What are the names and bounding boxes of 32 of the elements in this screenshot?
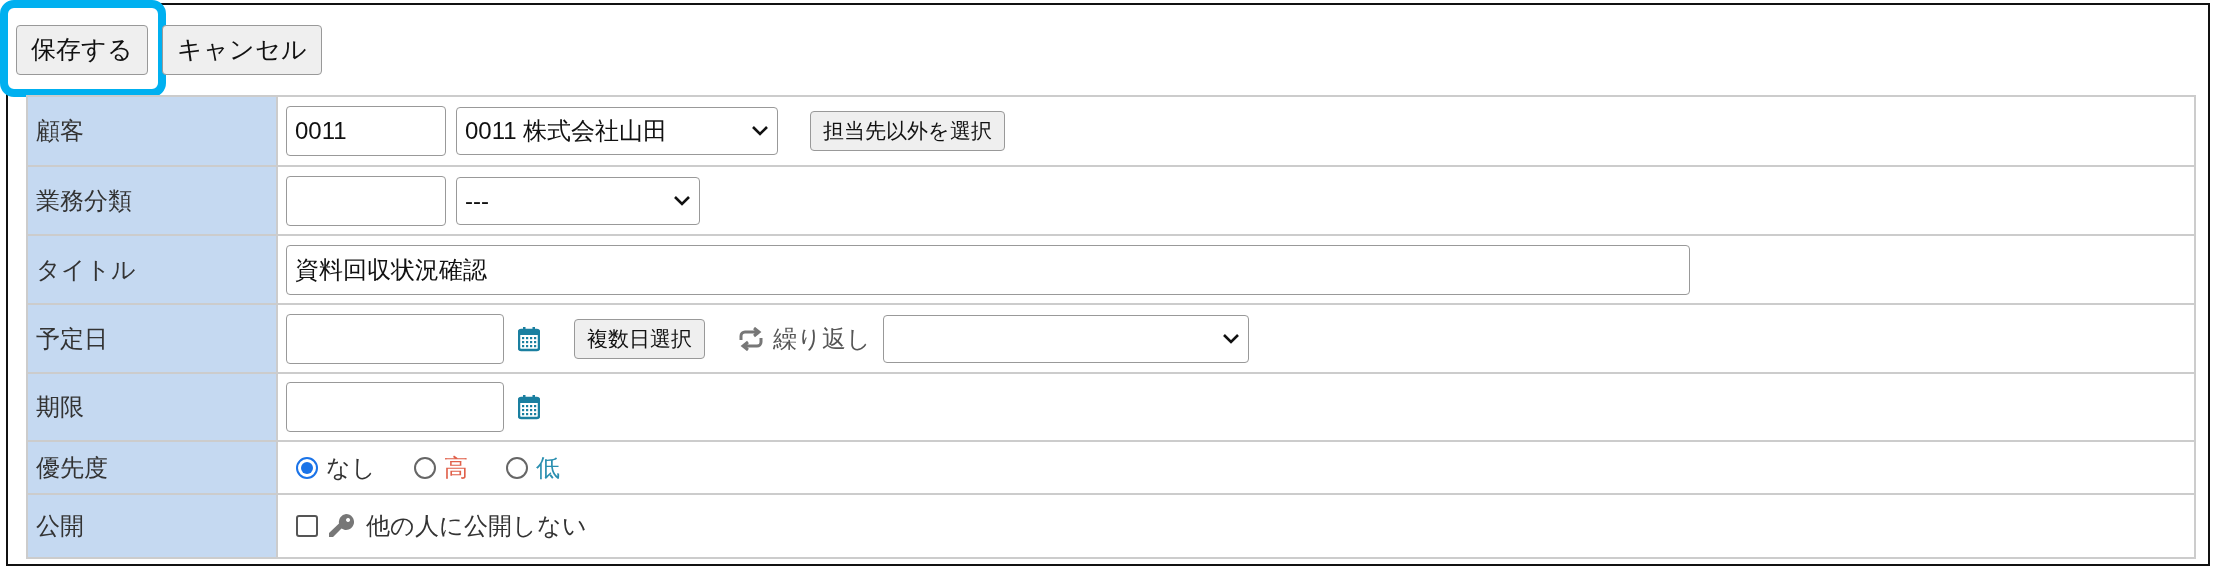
checkbox-label: 他の人に公開しない bbox=[366, 511, 587, 541]
row-label: 公開 bbox=[28, 495, 278, 557]
select-button[interactable]: 担当先以外を選択 bbox=[810, 111, 1005, 151]
chevron-down-icon bbox=[751, 125, 769, 137]
input-field[interactable]: 資料回収状況確認 bbox=[286, 244, 1690, 295]
dropdown-select[interactable]: 0011 株式会社山田 bbox=[456, 107, 778, 155]
input-field[interactable] bbox=[286, 313, 504, 364]
row-label: タイトル bbox=[28, 236, 278, 303]
key-icon bbox=[328, 512, 356, 540]
form-button[interactable]: キャンセル bbox=[162, 25, 322, 75]
row-label: 予定日 bbox=[28, 305, 278, 372]
radio-option[interactable]: 高 bbox=[414, 449, 468, 486]
calendar-icon[interactable] bbox=[518, 325, 540, 352]
checkbox[interactable] bbox=[296, 515, 318, 537]
input-field[interactable] bbox=[286, 382, 504, 432]
radio-option[interactable]: なし bbox=[296, 449, 376, 486]
dropdown-select[interactable] bbox=[883, 314, 1249, 363]
row-label: 優先度 bbox=[28, 442, 278, 493]
row-label: 業務分類 bbox=[28, 167, 278, 234]
repeat-icon bbox=[737, 326, 765, 351]
calendar-icon[interactable] bbox=[518, 394, 540, 420]
input-field[interactable] bbox=[286, 175, 446, 226]
input-field[interactable]: 0011 bbox=[286, 106, 446, 156]
form-button[interactable]: 保存する bbox=[16, 25, 148, 75]
row-label: 顧客 bbox=[28, 97, 278, 165]
radio-option[interactable]: 低 bbox=[506, 449, 560, 486]
chevron-down-icon bbox=[673, 194, 691, 207]
select-button[interactable]: 複数日選択 bbox=[574, 318, 705, 359]
repeat-label: 繰り返し bbox=[773, 323, 871, 354]
row-label: 期限 bbox=[28, 374, 278, 440]
dropdown-select[interactable]: --- bbox=[456, 176, 700, 225]
chevron-down-icon bbox=[1222, 332, 1240, 345]
